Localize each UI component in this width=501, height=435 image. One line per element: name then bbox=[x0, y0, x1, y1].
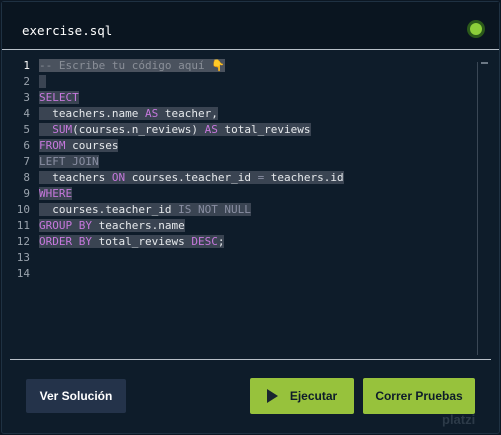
code-line: -- Escribe tu código aquí 👇 bbox=[39, 58, 469, 74]
line-number-gutter: 1 2 3 4 5 6 7 8 9 10 11 12 13 14 bbox=[2, 58, 38, 282]
code-editor[interactable]: 1 2 3 4 5 6 7 8 9 10 11 12 13 14 -- Escribe tu código… bbox=[2, 58, 499, 358]
run-tests-button[interactable]: Correr Pruebas bbox=[363, 378, 475, 414]
view-solution-label: Ver Solución bbox=[39, 389, 113, 403]
code-token: courses.teacher_id bbox=[39, 203, 179, 216]
code-line: ORDER BY total_reviews DESC; bbox=[39, 234, 469, 250]
code-token: ON bbox=[111, 171, 126, 184]
selected-text: -- Escribe tu código aquí 👇 bbox=[39, 59, 225, 72]
code-area[interactable]: -- Escribe tu código aquí 👇 SELECT teach… bbox=[39, 58, 469, 282]
code-token: ; bbox=[217, 235, 225, 248]
scrollbar-thumb[interactable] bbox=[481, 62, 488, 64]
selected-text: SUM(courses.n_reviews) AS total_reviews bbox=[39, 123, 311, 136]
code-line bbox=[39, 74, 469, 90]
code-token: SELECT bbox=[39, 91, 79, 104]
line-number: 10 bbox=[16, 203, 30, 216]
line-number: 11 bbox=[16, 219, 30, 232]
code-token: total_reviews bbox=[217, 123, 311, 136]
selected-text: GROUP BY teachers.name bbox=[39, 219, 185, 232]
code-token: ORDER BY bbox=[39, 235, 92, 248]
line-number: 5 bbox=[23, 123, 30, 136]
code-token: WHERE bbox=[39, 187, 73, 200]
selected-text: FROM courses bbox=[39, 139, 119, 152]
line-number: 4 bbox=[23, 107, 30, 120]
code-token: DESC bbox=[191, 235, 218, 248]
code-token: teachers.name bbox=[39, 107, 145, 120]
selected-text: WHERE bbox=[39, 187, 73, 200]
line-number: 12 bbox=[16, 235, 30, 248]
code-line: teachers ON courses.teacher_id = teacher… bbox=[39, 170, 469, 186]
line-number: 7 bbox=[23, 155, 30, 168]
code-token: (courses.n_reviews) bbox=[72, 123, 205, 136]
code-editor-window: exercise.sql 1 2 3 4 5 6 7 8 9 10 11 12 13 14 -- Escr… bbox=[1, 1, 500, 434]
line-number: 3 bbox=[23, 91, 30, 104]
line-number: 13 bbox=[16, 251, 30, 264]
code-token: teachers.id bbox=[264, 171, 344, 184]
line-number: 14 bbox=[16, 267, 30, 280]
code-token: IS NOT NULL bbox=[178, 203, 251, 216]
selected-text: courses.teacher_id IS NOT NULL bbox=[39, 203, 251, 216]
vertical-scrollbar[interactable] bbox=[477, 62, 490, 355]
selected-text: teachers.name AS teacher, bbox=[39, 107, 218, 120]
run-button[interactable]: Ejecutar bbox=[250, 378, 354, 414]
code-token: courses.teacher_id bbox=[125, 171, 258, 184]
code-line: courses.teacher_id IS NOT NULL bbox=[39, 202, 469, 218]
code-token: teacher, bbox=[158, 107, 218, 120]
code-token: teachers.name bbox=[91, 219, 185, 232]
run-label: Ejecutar bbox=[289, 389, 338, 403]
footer-divider bbox=[10, 359, 491, 360]
code-token: LEFT JOIN bbox=[39, 155, 99, 168]
code-line: WHERE bbox=[39, 186, 469, 202]
view-solution-button[interactable]: Ver Solución bbox=[26, 379, 126, 413]
selected-text: teachers ON courses.teacher_id = teacher… bbox=[39, 171, 344, 184]
status-indicator-dot bbox=[470, 23, 482, 35]
selected-text: LEFT JOIN bbox=[39, 155, 99, 168]
line-number: 6 bbox=[23, 139, 30, 152]
code-token: AS bbox=[144, 107, 159, 120]
editor-titlebar: exercise.sql bbox=[2, 2, 499, 50]
code-token: 👇 bbox=[211, 59, 225, 72]
code-token: courses bbox=[65, 139, 119, 152]
status-indicator-icon bbox=[467, 20, 485, 38]
line-number: 1 bbox=[23, 59, 30, 72]
code-token: AS bbox=[204, 123, 218, 136]
line-number: 2 bbox=[23, 75, 30, 88]
code-line: teachers.name AS teacher, bbox=[39, 106, 469, 122]
line-number: 8 bbox=[23, 171, 30, 184]
code-token: FROM bbox=[39, 139, 66, 152]
selected-text: ORDER BY total_reviews DESC; bbox=[39, 235, 225, 248]
selected-text: SELECT bbox=[39, 91, 79, 104]
code-token: teachers bbox=[39, 171, 112, 184]
selected-text bbox=[39, 75, 46, 88]
code-line: LEFT JOIN bbox=[39, 154, 469, 170]
file-name: exercise.sql bbox=[22, 23, 113, 38]
run-tests-label: Correr Pruebas bbox=[375, 389, 463, 403]
code-token: SUM bbox=[52, 123, 73, 136]
code-token: total_reviews bbox=[91, 235, 192, 248]
play-icon bbox=[266, 389, 278, 403]
code-line: GROUP BY teachers.name bbox=[39, 218, 469, 234]
code-line: FROM courses bbox=[39, 138, 469, 154]
platzi-watermark: platzi bbox=[442, 412, 476, 427]
code-token: GROUP BY bbox=[39, 219, 92, 232]
line-number: 9 bbox=[23, 187, 30, 200]
code-line: SUM(courses.n_reviews) AS total_reviews bbox=[39, 122, 469, 138]
code-line: SELECT bbox=[39, 90, 469, 106]
code-token: -- Escribe tu código aquí bbox=[39, 59, 212, 72]
